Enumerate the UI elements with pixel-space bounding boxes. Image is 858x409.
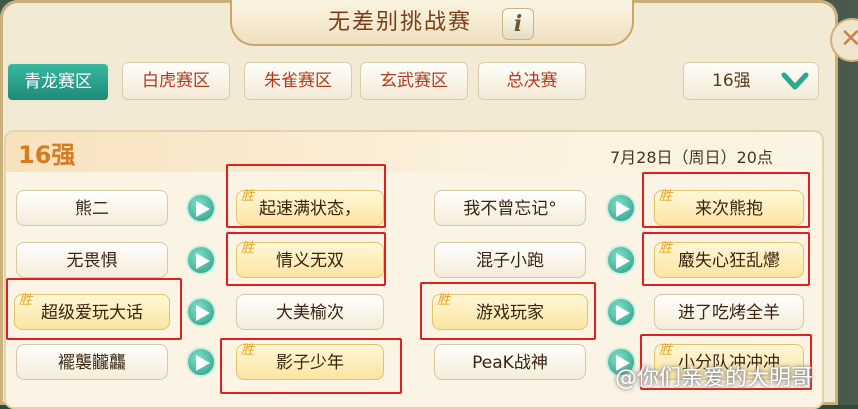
player-right[interactable]: 进了吃烤全羊 [654, 294, 804, 330]
highlight-box [642, 232, 810, 286]
player-left[interactable]: PeaK战神 [434, 344, 586, 380]
play-icon[interactable] [186, 193, 216, 223]
play-icon[interactable] [606, 297, 636, 327]
tab-xuanwu[interactable]: 玄武赛区 [360, 62, 468, 100]
player-left[interactable]: 我不曾忘记° [434, 190, 586, 226]
tab-zhuque[interactable]: 朱雀赛区 [244, 62, 352, 100]
play-icon[interactable] [606, 193, 636, 223]
play-icon[interactable] [186, 245, 216, 275]
highlight-box [220, 338, 402, 394]
tab-qinglong[interactable]: 青龙赛区 [6, 62, 110, 102]
match-schedule: 7月28日（周日）20点 [610, 148, 773, 167]
play-icon[interactable] [186, 347, 216, 377]
highlight-box [226, 232, 386, 286]
round-dropdown-label: 16强 [712, 71, 751, 91]
player-left[interactable]: 熊二 [16, 190, 168, 226]
player-left[interactable]: 混子小跑 [434, 242, 586, 278]
highlight-box [642, 172, 810, 228]
highlight-box [226, 164, 386, 228]
chevron-down-icon [781, 72, 809, 90]
highlight-box [420, 282, 596, 340]
player-right[interactable]: 大美榆次 [236, 294, 384, 330]
dialog-title: 无差别挑战赛 [327, 10, 472, 35]
player-left[interactable]: 无畏惧 [16, 242, 168, 278]
player-left[interactable]: 襬襲龖龘 [16, 344, 168, 380]
tab-baihu[interactable]: 白虎赛区 [122, 62, 230, 100]
round-title: 16强 [18, 141, 76, 169]
info-icon[interactable]: i [502, 8, 534, 40]
watermark: @你们亲爱的大明哥 [615, 366, 814, 391]
highlight-box [6, 278, 182, 340]
play-icon[interactable] [606, 245, 636, 275]
play-icon[interactable] [186, 297, 216, 327]
round-dropdown[interactable]: 16强 [683, 62, 819, 100]
tab-final[interactable]: 总决赛 [478, 62, 586, 100]
